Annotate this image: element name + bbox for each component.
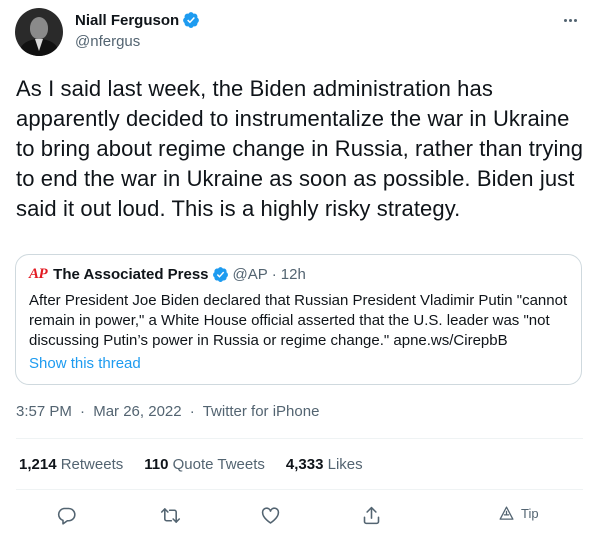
quoted-handle[interactable]: @AP <box>233 266 268 283</box>
tweet-timestamp: 3:57 PM · Mar 26, 2022 · Twitter for iPh… <box>16 403 319 420</box>
avatar[interactable] <box>15 8 63 56</box>
more-options-icon[interactable] <box>560 12 580 28</box>
retweets-stat[interactable]: 1,214 Retweets <box>19 456 123 473</box>
likes-label: Likes <box>327 456 363 473</box>
tip-label: Tip <box>521 506 539 521</box>
tweet-stats: 1,214 Retweets 110 Quote Tweets 4,333 Li… <box>19 456 363 473</box>
quoted-verified-badge-icon <box>212 267 228 282</box>
show-thread-link[interactable]: Show this thread <box>29 355 141 372</box>
timestamp-separator: · <box>80 403 86 420</box>
tweet-text: As I said last week, the Biden administr… <box>16 76 584 221</box>
quoted-tweet-text: After President Joe Biden declared that … <box>29 292 568 349</box>
quoted-separator: · <box>271 266 277 283</box>
avatar-face <box>30 17 48 39</box>
quoted-tweet-card[interactable]: AP The Associated Press @AP · 12h After … <box>15 254 582 385</box>
quote-tweets-count: 110 <box>144 456 169 473</box>
tip-icon <box>499 506 514 520</box>
reply-icon[interactable] <box>54 503 78 527</box>
likes-stat[interactable]: 4,333 Likes <box>286 456 363 473</box>
tip-button[interactable]: Tip <box>498 505 539 522</box>
retweet-icon[interactable] <box>158 503 182 527</box>
likes-count: 4,333 <box>285 456 324 473</box>
quote-tweets-label: Quote Tweets <box>172 456 265 473</box>
author-handle[interactable]: @nfergus <box>75 33 140 50</box>
divider-top <box>16 438 583 439</box>
tweet: Niall Ferguson @nfergus As I said last w… <box>0 0 598 536</box>
timestamp-source[interactable]: Twitter for iPhone <box>203 403 320 420</box>
quoted-display-name[interactable]: The Associated Press <box>53 266 208 283</box>
like-heart-icon[interactable] <box>258 503 282 527</box>
quoted-tweet-header: AP The Associated Press @AP · 12h <box>29 266 306 283</box>
action-bar: Tip <box>0 500 598 530</box>
verified-badge-icon <box>183 12 200 28</box>
divider-bottom <box>16 489 583 490</box>
quote-tweets-stat[interactable]: 110 Quote Tweets <box>144 456 265 473</box>
ap-logo: AP <box>29 266 48 282</box>
share-icon[interactable] <box>359 503 383 527</box>
timestamp-separator-2: · <box>189 403 195 420</box>
timestamp-date[interactable]: Mar 26, 2022 <box>93 403 181 420</box>
quoted-age[interactable]: 12h <box>281 266 306 283</box>
retweets-count: 1,214 <box>19 456 57 473</box>
retweets-label: Retweets <box>60 456 124 473</box>
author-name-row: Niall Ferguson <box>75 11 200 29</box>
timestamp-time[interactable]: 3:57 PM <box>16 403 72 420</box>
author-display-name[interactable]: Niall Ferguson <box>75 12 179 29</box>
